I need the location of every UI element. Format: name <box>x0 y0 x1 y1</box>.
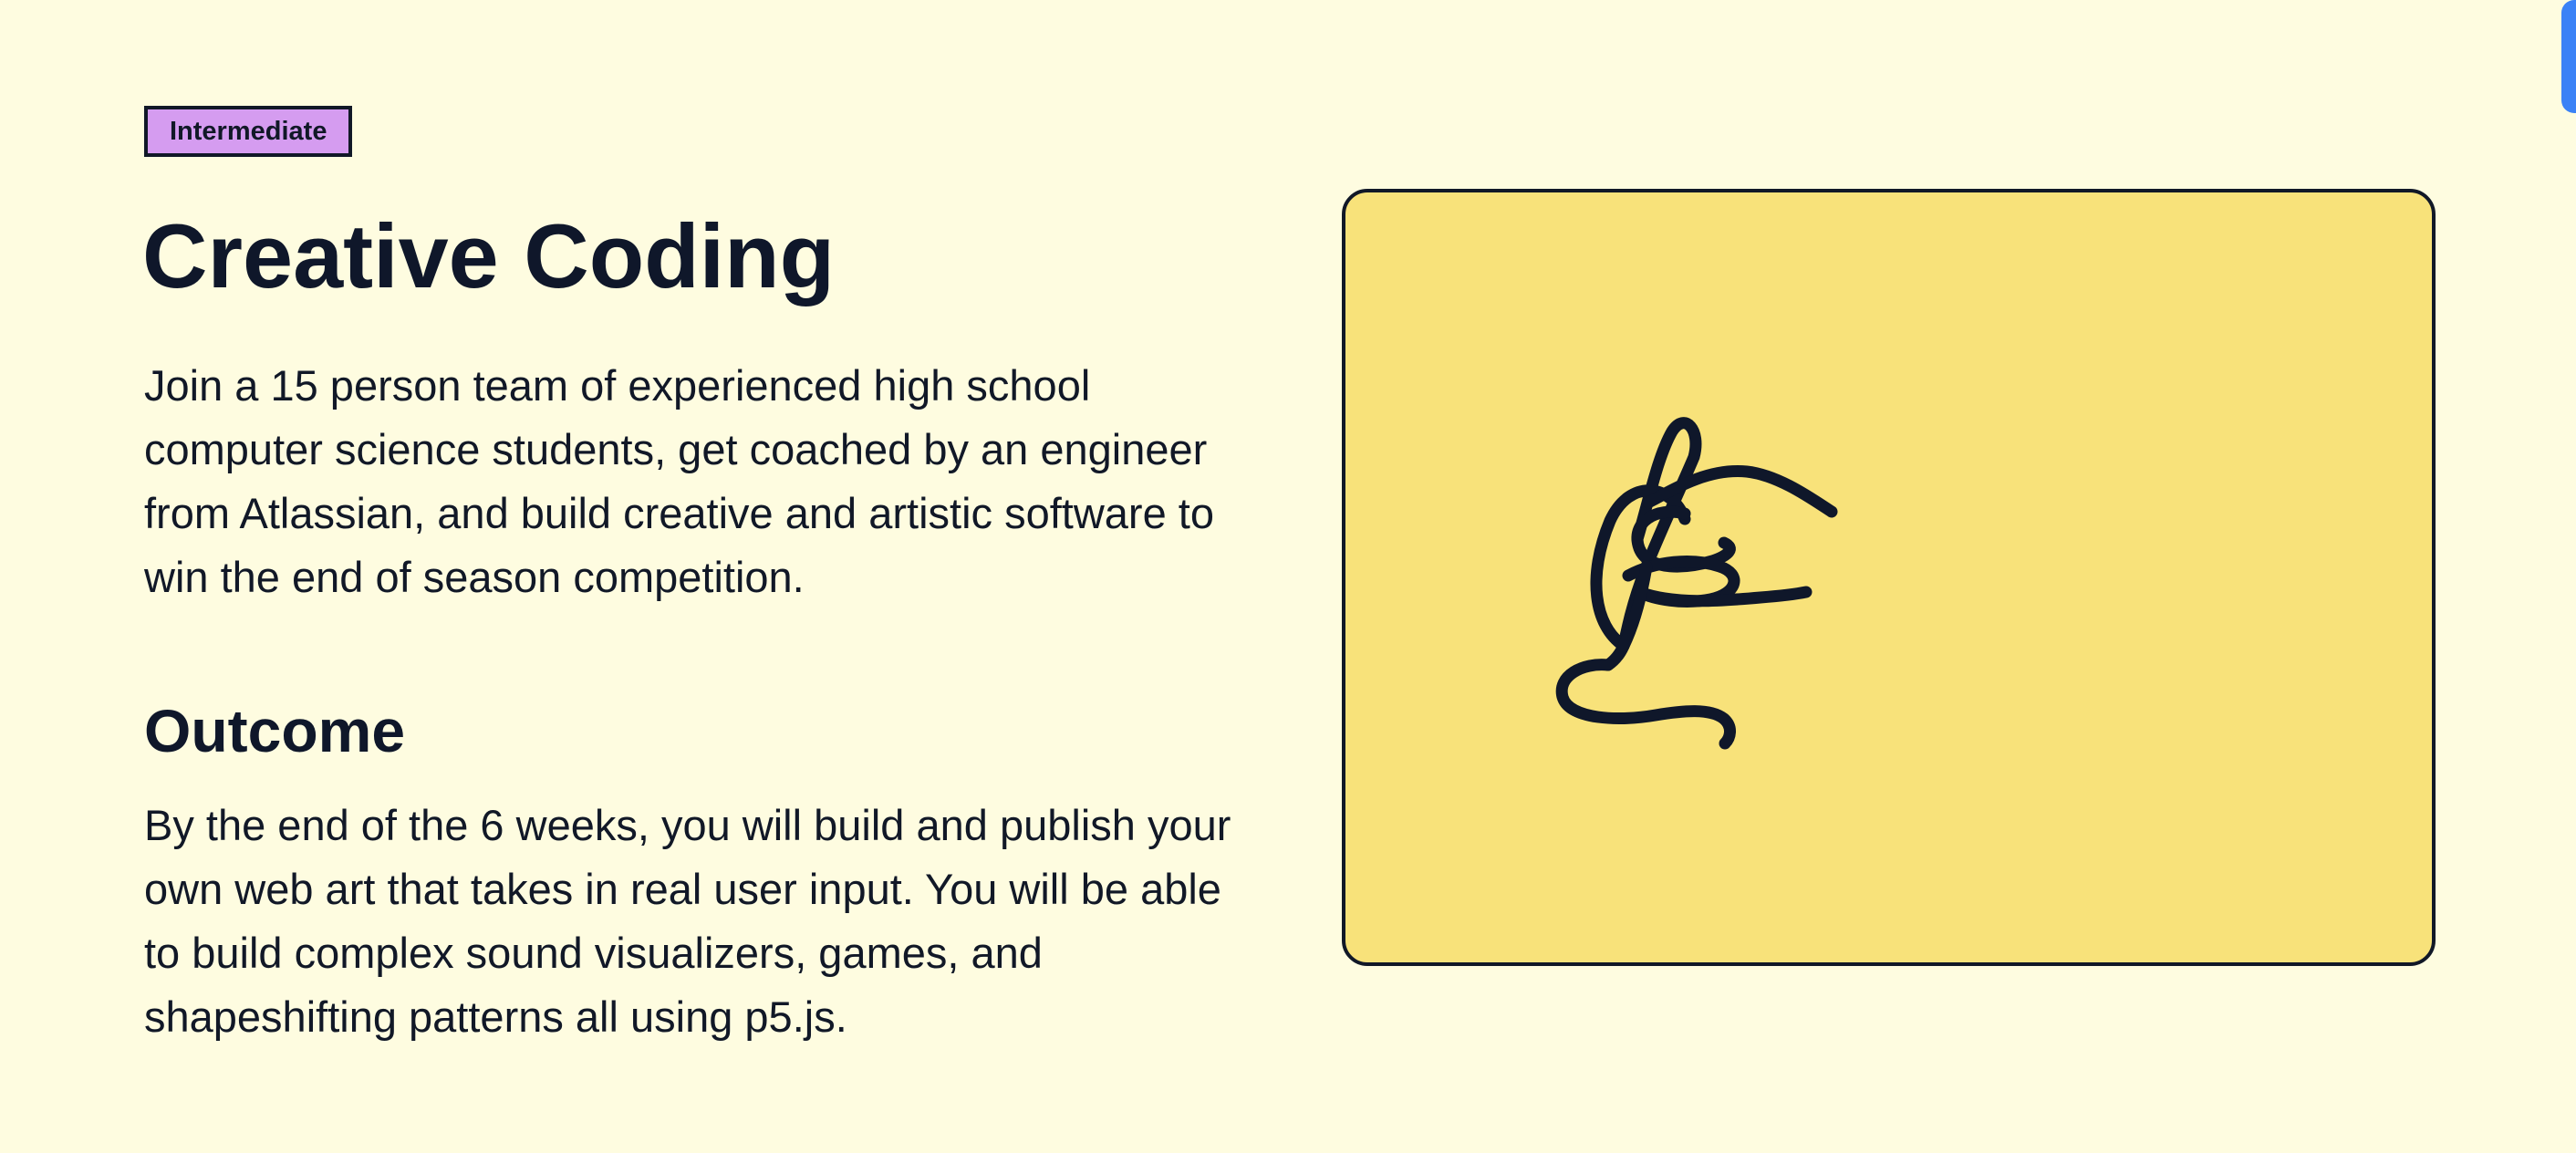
course-illustration-card <box>1342 189 2436 966</box>
level-badge: Intermediate <box>144 106 353 157</box>
side-tab[interactable] <box>2561 0 2576 113</box>
outcome-heading: Outcome <box>144 697 406 764</box>
outcome-description: By the end of the 6 weeks, you will buil… <box>144 801 1231 1041</box>
hand-drawing-scribble-icon <box>1555 417 1838 750</box>
course-title: Creative Coding <box>142 205 836 306</box>
course-description: Join a 15 person team of experienced hig… <box>144 361 1214 601</box>
